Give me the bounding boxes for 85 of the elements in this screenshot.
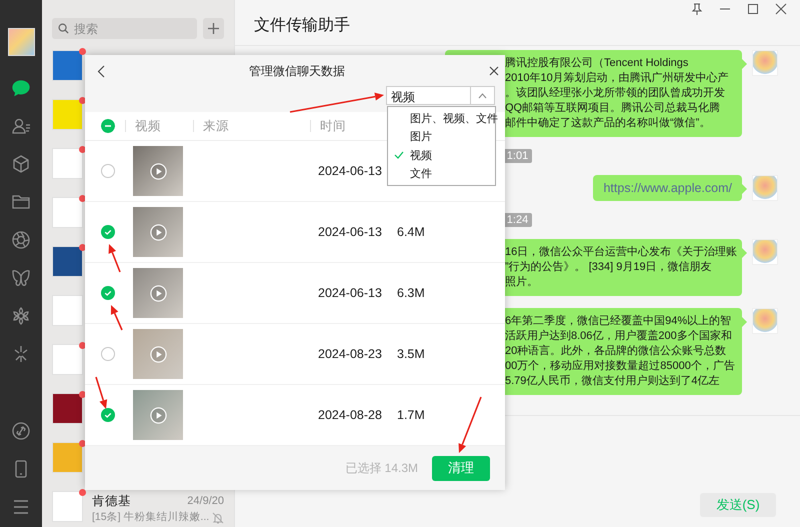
column-header: 时间 [310, 120, 346, 132]
add-button[interactable] [203, 18, 224, 39]
flower-icon[interactable] [11, 306, 31, 326]
filter-option[interactable]: 视频 [388, 146, 495, 164]
maximize-icon[interactable] [746, 2, 760, 16]
select-all-checkbox[interactable] [101, 119, 115, 133]
column-header: 来源 [193, 120, 229, 132]
back-button[interactable] [97, 64, 105, 78]
chat-preview: [15条] 牛粉集结川辣嫩... [92, 511, 210, 524]
message-text: 邮件中确定了这款产品的名称叫做“微信”。 [505, 116, 712, 131]
play-icon [150, 406, 166, 424]
link-icon[interactable] [11, 421, 31, 441]
play-icon [150, 346, 166, 362]
filter-option[interactable]: 图片、视频、文件 [388, 109, 495, 128]
chat-avatar[interactable] [52, 393, 83, 424]
video-thumbnail[interactable] [133, 329, 183, 379]
message-link[interactable]: https://www.apple.com/ [593, 175, 742, 201]
contacts-icon[interactable] [11, 116, 31, 136]
chat-avatar[interactable] [52, 50, 83, 81]
caret-icon [478, 92, 487, 98]
row-checkbox[interactable] [101, 225, 115, 239]
bubble-tail [742, 184, 747, 194]
video-thumbnail[interactable] [133, 207, 183, 257]
sender-avatar [752, 50, 778, 76]
message-text: 20种语言。此外，各品牌的微信公众账号总数 [505, 344, 728, 359]
message-text: 5.79亿人民币，微信支付用户则达到了4亿左 [505, 374, 721, 389]
message-text: 6年第二季度，微信已经覆盖中国94%以上的智 [505, 314, 732, 329]
filter-dropdown[interactable]: 视频 [386, 86, 495, 105]
play-icon [150, 284, 166, 302]
row-checkbox[interactable] [101, 408, 115, 422]
play-icon [150, 162, 166, 180]
message-text: 16日，微信公众平台运营中心发布《关于治理账 [505, 245, 738, 260]
video-date: 2024-06-13 [318, 164, 382, 178]
video-size: 1.7M [397, 408, 425, 422]
aperture-icon[interactable] [11, 230, 31, 250]
chat-time: 24/9/20 [187, 494, 224, 508]
video-thumbnail[interactable] [133, 390, 183, 440]
sender-avatar [752, 239, 778, 265]
close-icon[interactable] [774, 2, 788, 16]
cube-icon[interactable] [11, 154, 31, 174]
filter-option[interactable]: 图片 [388, 128, 495, 146]
video-date: 2024-08-28 [318, 408, 382, 422]
play-icon [150, 224, 166, 240]
video-size: 6.4M [397, 225, 425, 239]
message-text: 活跃用户达到8.06亿，用户覆盖200多个国家和 [505, 329, 733, 344]
search-field[interactable]: 搜索 [52, 18, 197, 39]
video-size: 6.3M [397, 286, 425, 300]
chat-title: 文件传输助手 [254, 16, 350, 36]
video-date: 2024-08-23 [318, 347, 382, 361]
row-checkbox[interactable] [101, 347, 115, 361]
column-header: 视频 [125, 120, 161, 132]
search-icon [58, 23, 69, 34]
pin-icon[interactable] [690, 2, 704, 16]
video-date: 2024-06-13 [318, 225, 382, 239]
chat-avatar[interactable] [52, 246, 83, 277]
annotation-arrow [108, 244, 121, 272]
close-icon [489, 66, 499, 76]
message-text: 照片。 [505, 275, 539, 290]
butterfly-icon[interactable] [11, 268, 31, 288]
message-time: 1:24 [502, 213, 532, 227]
close-button[interactable] [489, 66, 499, 76]
annotation-arrow [95, 376, 108, 409]
chat-name: 肯德基 [92, 494, 131, 508]
annotation-arrow [110, 305, 123, 330]
dialog-title: 管理微信聊天数据 [249, 62, 345, 80]
message-text: 腾讯控股有限公司（Tencent Holdings [505, 56, 690, 71]
message-text: 00万个，移动应用对接数量超过85000个，广告 [505, 359, 736, 374]
video-thumbnail[interactable] [133, 146, 183, 196]
row-checkbox[interactable] [101, 164, 115, 178]
video-size: 3.5M [397, 347, 425, 361]
message-text: 。该团队经理张小龙所带领的团队曾成功开发 [505, 86, 726, 101]
video-date: 2024-06-13 [318, 286, 382, 300]
message-time: 1:01 [502, 149, 532, 163]
chat-icon[interactable] [11, 78, 31, 98]
message-text: 2010年10月筹划启动，由腾讯广州研发中心产 [505, 71, 730, 86]
message-text: ”行为的公告》。 [334] 9月19日，微信朋友 [505, 260, 713, 275]
row-checkbox[interactable] [101, 286, 115, 300]
sender-avatar [752, 175, 778, 201]
video-thumbnail[interactable] [133, 268, 183, 318]
plus-icon [208, 23, 219, 34]
selected-total: 已选择 14.3M [345, 460, 418, 476]
annotation-arrow [458, 396, 482, 453]
sender-avatar [752, 308, 778, 334]
message-text: QQ邮箱等互联网项目。腾讯公司总裁马化腾 [505, 101, 722, 116]
filter-option[interactable]: 文件 [388, 164, 495, 183]
